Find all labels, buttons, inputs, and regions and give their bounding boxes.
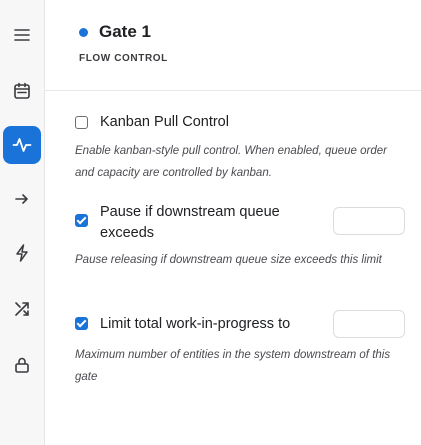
pause-label-line2: exceeds	[100, 225, 155, 241]
pause-label: Pause if downstream queue exceeds	[100, 202, 280, 244]
shuffle-icon	[15, 302, 29, 316]
pause-description: Pause releasing if downstream queue size…	[75, 254, 382, 266]
wip-limit-input[interactable]	[333, 310, 405, 338]
menu-button[interactable]	[3, 16, 41, 54]
arrow-right-icon	[15, 194, 28, 204]
lightning-icon	[16, 244, 28, 262]
status-dot	[79, 27, 88, 37]
trigger-button[interactable]	[3, 234, 41, 272]
wip-checkbox[interactable]	[75, 317, 88, 330]
panel-header: Gate 1 FLOW CONTROL	[45, 0, 421, 91]
side-toolbar	[0, 0, 45, 445]
kanban-description: Enable kanban-style pull control. When e…	[75, 145, 387, 179]
activity-icon	[12, 138, 32, 152]
pause-checkbox[interactable]	[75, 214, 88, 227]
app-window: Gate 1 FLOW CONTROL Kanban Pull Control …	[0, 0, 421, 445]
shuffle-button[interactable]	[3, 290, 41, 328]
flow-control-button[interactable]	[3, 126, 41, 164]
menu-icon	[14, 29, 30, 41]
section-subtitle: FLOW CONTROL	[79, 53, 168, 64]
calendar-icon	[14, 82, 30, 99]
route-button[interactable]	[3, 180, 41, 218]
kanban-label: Kanban Pull Control	[100, 114, 229, 130]
lock-button[interactable]	[3, 346, 41, 384]
wip-option: Limit total work-in-progress to	[75, 314, 290, 335]
wip-label: Limit total work-in-progress to	[100, 316, 291, 332]
page-title: Gate 1	[99, 22, 151, 41]
calendar-button[interactable]	[3, 72, 41, 110]
kanban-checkbox[interactable]	[75, 116, 88, 129]
kanban-option: Kanban Pull Control	[75, 112, 229, 133]
title-row: Gate 1	[79, 22, 151, 42]
wip-description: Maximum number of entities in the system…	[75, 349, 391, 383]
pause-option: Pause if downstream queue exceeds	[75, 202, 280, 244]
lock-icon	[15, 357, 29, 373]
flow-control-panel: Gate 1 FLOW CONTROL Kanban Pull Control …	[45, 0, 421, 445]
pause-label-line1: Pause if downstream queue	[100, 204, 280, 220]
pause-limit-input[interactable]	[333, 207, 405, 235]
